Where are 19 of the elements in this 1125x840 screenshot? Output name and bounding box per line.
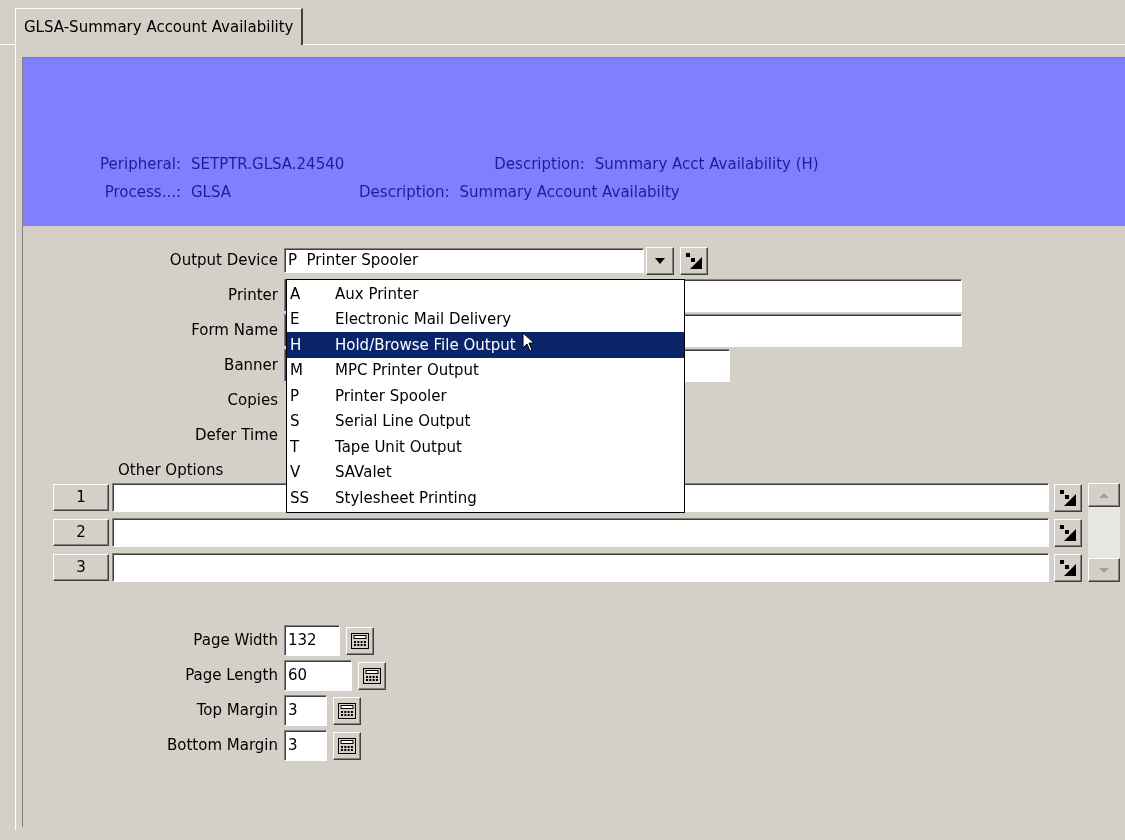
header-label: Peripheral: [99, 153, 182, 175]
header-label: Description: [494, 153, 585, 175]
section-label: Other Options [117, 459, 225, 481]
field-label: Banner [223, 355, 279, 377]
field-label: Output Device [168, 250, 279, 272]
field-label: Page Width [192, 630, 279, 652]
header-label: Process...: [103, 181, 182, 203]
header-value: SETPTR.GLSA.24540 [191, 153, 345, 175]
field-label: Form Name [190, 320, 279, 342]
field-label: Bottom Margin [165, 735, 279, 757]
field-label: Top Margin [195, 700, 279, 722]
header-value: Summary Account Availabilty [459, 181, 680, 203]
header-value: Summary Acct Availability (H) [594, 153, 819, 175]
header-label: Description: [359, 181, 450, 203]
field-label: Defer Time [194, 425, 279, 447]
field-label: Page Length [184, 665, 279, 687]
field-label: Printer [227, 285, 279, 307]
field-label: Copies [226, 390, 279, 412]
header-value: GLSA [191, 181, 232, 203]
